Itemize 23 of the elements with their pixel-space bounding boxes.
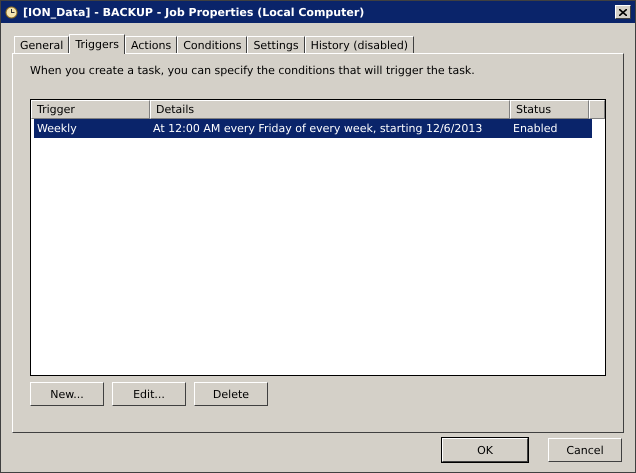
dialog-button[interactable]: Cancel	[548, 438, 622, 462]
column-header[interactable]: Details	[150, 100, 510, 119]
close-icon	[619, 8, 627, 16]
window-title: [ION_Data] - BACKUP - Job Properties (Local Computer)	[23, 6, 366, 18]
column-header[interactable]: Trigger	[31, 100, 150, 119]
table-cell-text: At 12:00 AM every Friday of every week, starting 12/6/2013	[152, 122, 484, 135]
tab[interactable]: Triggers	[69, 34, 126, 54]
column-header[interactable]: Status	[510, 100, 589, 119]
list-button[interactable]: Delete	[194, 382, 268, 406]
dialog-button[interactable]: OK	[442, 438, 528, 462]
close-button[interactable]	[615, 5, 631, 19]
list-button[interactable]: New...	[30, 382, 104, 406]
clock-icon	[5, 6, 18, 18]
tab[interactable]: History (disabled)	[304, 36, 414, 53]
tab[interactable]: General	[14, 36, 70, 53]
description-text: When you create a task, you can specify the conditions that will trigger the task.	[30, 64, 476, 77]
table-cell-text: Weekly	[36, 122, 78, 135]
tab[interactable]: Settings	[247, 36, 305, 53]
list-button[interactable]: Edit...	[112, 382, 186, 406]
tab[interactable]: Actions	[125, 36, 178, 53]
table-row[interactable]: Weekly At 12:00 AM every Friday of every week, starting 12/6/2013 Enabled	[34, 119, 592, 138]
tab[interactable]: Conditions	[177, 36, 248, 53]
table-cell-text: Enabled	[512, 122, 558, 135]
